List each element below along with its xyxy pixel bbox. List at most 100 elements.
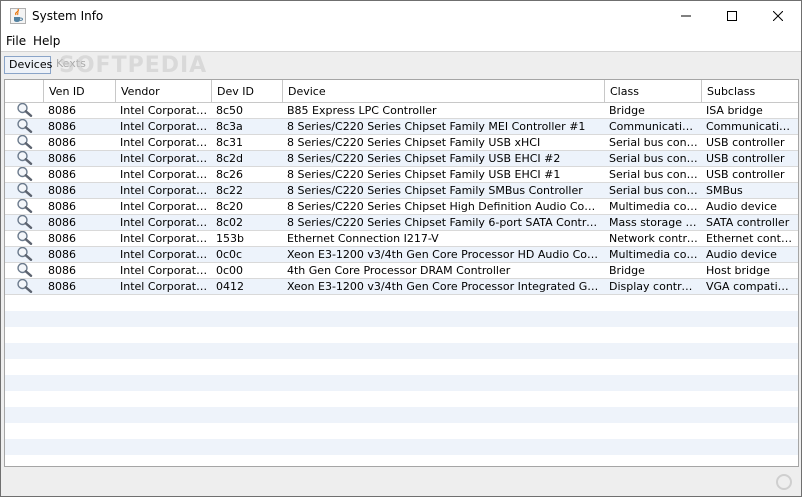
cell-class: Multimedia contr... (609, 200, 702, 213)
magnifier-icon[interactable] (16, 279, 33, 295)
cell-vendor: Intel Corporation (120, 136, 212, 149)
magnifier-icon[interactable] (16, 103, 33, 119)
table-row[interactable]: 8086 Intel Corporation 8c26 8 Series/C220 S… (5, 167, 798, 183)
cell-icon (5, 215, 44, 231)
column-header-ven-id[interactable]: Ven ID (44, 80, 116, 103)
magnifier-icon[interactable] (16, 135, 33, 151)
column-header-vendor[interactable]: Vendor (116, 80, 212, 103)
cell-vendor: Intel Corporation (120, 200, 212, 213)
cell-dev-id: 8c02 (216, 216, 244, 229)
cell-class: Multimedia contr... (609, 248, 702, 261)
tab-devices[interactable]: Devices (4, 56, 52, 74)
empty-row (5, 391, 798, 407)
cell-subclass: Ethernet controller (706, 232, 798, 245)
magnifier-icon[interactable] (16, 231, 33, 247)
empty-row (5, 343, 798, 359)
cell-dev-id: 0412 (216, 280, 244, 293)
table-row[interactable]: 8086 Intel Corporation 8c31 8 Series/C220 S… (5, 135, 798, 151)
cell-device: Xeon E3-1200 v3/4th Gen Core Processor H… (287, 248, 605, 261)
cell-dev-id: 8c3a (216, 120, 243, 133)
cell-ven-id: 8086 (48, 136, 76, 149)
status-indicator-icon (776, 474, 792, 490)
cell-device: Xeon E3-1200 v3/4th Gen Core Processor I… (287, 280, 605, 293)
magnifier-icon[interactable] (16, 119, 33, 135)
cell-class: Serial bus controller (609, 184, 702, 197)
table-row[interactable]: 8086 Intel Corporation 8c02 8 Series/C220 S… (5, 215, 798, 231)
cell-class: Serial bus controller (609, 168, 702, 181)
table-row[interactable]: 8086 Intel Corporation 8c50 B85 Express LPC… (5, 103, 798, 119)
cell-subclass: Audio device (706, 248, 777, 261)
magnifier-icon[interactable] (16, 247, 33, 263)
cell-device: 4th Gen Core Processor DRAM Controller (287, 264, 511, 277)
table-row[interactable]: 8086 Intel Corporation 8c2d 8 Series/C220 S… (5, 151, 798, 167)
cell-vendor: Intel Corporation (120, 120, 212, 133)
minimize-button[interactable] (663, 1, 709, 31)
cell-device: 8 Series/C220 Series Chipset Family USB … (287, 168, 561, 181)
table-row[interactable]: 8086 Intel Corporation 8c22 8 Series/C220 S… (5, 183, 798, 199)
cell-icon (5, 279, 44, 295)
magnifier-icon[interactable] (16, 151, 33, 167)
magnifier-icon[interactable] (16, 183, 33, 199)
empty-row (5, 423, 798, 439)
table-row[interactable]: 8086 Intel Corporation 0c0c Xeon E3-1200 v3… (5, 247, 798, 263)
cell-class: Display controller (609, 280, 702, 293)
watermark: SOFTPEDIA (59, 53, 208, 78)
column-header-icon[interactable] (5, 80, 44, 103)
cell-class: Network controller (609, 232, 702, 245)
cell-vendor: Intel Corporation (120, 184, 212, 197)
cell-device: B85 Express LPC Controller (287, 104, 437, 117)
status-bar (1, 469, 801, 496)
column-header-device[interactable]: Device (283, 80, 605, 103)
empty-row (5, 439, 798, 455)
maximize-icon (727, 11, 737, 21)
cell-dev-id: 0c00 (216, 264, 244, 277)
magnifier-icon[interactable] (16, 263, 33, 279)
devices-table[interactable]: Ven ID Vendor Dev ID Device Class Subcla… (4, 79, 799, 467)
magnifier-icon[interactable] (16, 167, 33, 183)
cell-vendor: Intel Corporation (120, 104, 212, 117)
cell-vendor: Intel Corporation (120, 232, 212, 245)
cell-device: Ethernet Connection I217-V (287, 232, 439, 245)
column-header-dev-id[interactable]: Dev ID (212, 80, 283, 103)
cell-icon (5, 135, 44, 151)
table-row[interactable]: 8086 Intel Corporation 8c3a 8 Series/C220 S… (5, 119, 798, 135)
cell-dev-id: 8c22 (216, 184, 244, 197)
column-header-class[interactable]: Class (605, 80, 702, 103)
menu-file[interactable]: File (6, 34, 26, 48)
cell-class: Bridge (609, 264, 645, 277)
table-row[interactable]: 8086 Intel Corporation 0c00 4th Gen Core Pr… (5, 263, 798, 279)
cell-subclass: ISA bridge (706, 104, 763, 117)
cell-subclass: USB controller (706, 152, 785, 165)
cell-ven-id: 8086 (48, 120, 76, 133)
cell-dev-id: 153b (216, 232, 244, 245)
cell-ven-id: 8086 (48, 280, 76, 293)
cell-ven-id: 8086 (48, 168, 76, 181)
cell-vendor: Intel Corporation (120, 152, 212, 165)
title-bar[interactable]: System Info (1, 1, 801, 31)
cell-subclass: SMBus (706, 184, 743, 197)
table-row[interactable]: 8086 Intel Corporation 8c20 8 Series/C220 S… (5, 199, 798, 215)
cell-icon (5, 183, 44, 199)
empty-row (5, 407, 798, 423)
cell-dev-id: 8c20 (216, 200, 244, 213)
maximize-button[interactable] (709, 1, 755, 31)
magnifier-icon[interactable] (16, 199, 33, 215)
cell-ven-id: 8086 (48, 200, 76, 213)
cell-class: Bridge (609, 104, 645, 117)
cell-class: Serial bus controller (609, 152, 702, 165)
cell-ven-id: 8086 (48, 264, 76, 277)
menu-help[interactable]: Help (33, 34, 60, 48)
cell-vendor: Intel Corporation (120, 264, 212, 277)
cell-ven-id: 8086 (48, 152, 76, 165)
cell-device: 8 Series/C220 Series Chipset Family USB … (287, 152, 561, 165)
table-row[interactable]: 8086 Intel Corporation 0412 Xeon E3-1200 v3… (5, 279, 798, 295)
cell-ven-id: 8086 (48, 248, 76, 261)
cell-vendor: Intel Corporation (120, 216, 212, 229)
close-button[interactable] (755, 1, 801, 31)
table-row[interactable]: 8086 Intel Corporation 153b Ethernet Connec… (5, 231, 798, 247)
magnifier-icon[interactable] (16, 215, 33, 231)
window-title: System Info (32, 9, 104, 23)
column-header-subclass[interactable]: Subclass (702, 80, 798, 103)
cell-icon (5, 167, 44, 183)
table-body: 8086 Intel Corporation 8c50 B85 Express LPC… (5, 103, 798, 466)
